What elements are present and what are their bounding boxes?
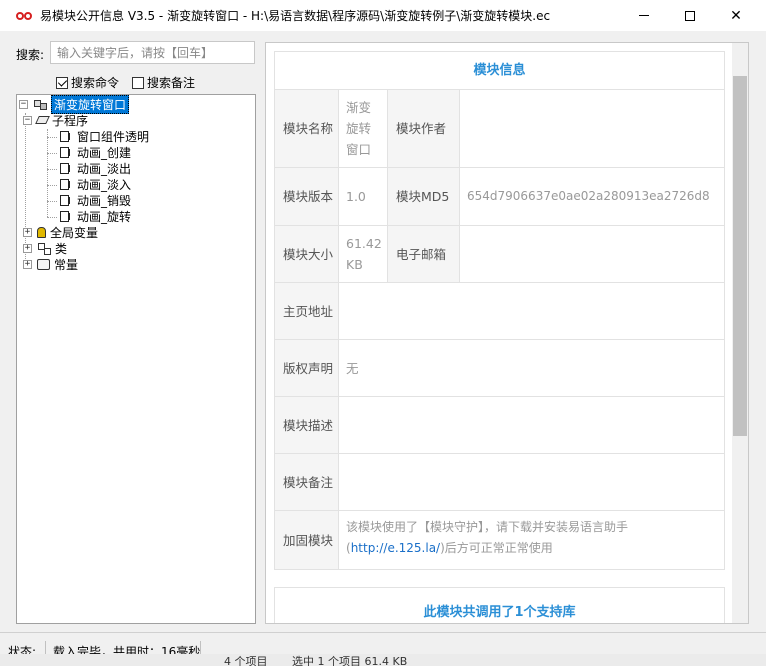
minimize-button[interactable] (621, 0, 667, 31)
tree-item-function[interactable]: 动画_销毁 (59, 192, 131, 208)
minimize-icon (639, 15, 649, 16)
info-label: 模块作者 (388, 90, 460, 167)
tree-item-subprograms[interactable]: − 子程序 (23, 112, 88, 128)
assistant-download-link[interactable]: http://e.125.la/ (351, 541, 440, 555)
tree-item-classes[interactable]: + 类 (23, 240, 67, 256)
tree-item-function[interactable]: 动画_淡出 (59, 160, 131, 176)
search-label: 搜索: (16, 48, 45, 62)
module-info-view[interactable]: 模块信息 模块名称 渐变旋转窗口 模块作者 模块版本 1.0 模块MD5 654… (265, 42, 749, 624)
function-icon (59, 210, 73, 222)
info-label: 模块备注 (275, 454, 339, 510)
module-info-title: 模块信息 (275, 52, 724, 90)
expand-icon[interactable]: + (23, 259, 32, 269)
info-row-version: 模块版本 1.0 模块MD5 654d7906637e0ae02a280913e… (275, 168, 724, 226)
function-icon (59, 194, 73, 206)
module-tree[interactable]: − 渐变旋转窗口 − 子程序 窗口组件透明 动画_创建 动画_淡出 动画_淡入 … (16, 94, 256, 624)
checkbox-unchecked-icon (132, 76, 144, 89)
tree-item-label: 动画_淡入 (77, 177, 132, 192)
tree-item-function[interactable]: 动画_旋转 (59, 208, 131, 224)
info-label: 模块MD5 (388, 168, 460, 225)
info-value (460, 226, 724, 282)
title-bar: 易模块公开信息 V3.5 - 渐变旋转窗口 - H:\易语言数据\程序源码\渐变… (0, 0, 766, 31)
tree-item-label: 类 (55, 241, 68, 256)
selection-text: 选中 1 个项目 61.4 KB (292, 655, 408, 666)
info-label: 版权声明 (275, 340, 339, 396)
function-icon (59, 162, 73, 174)
search-input[interactable] (50, 41, 255, 64)
info-row-protect: 加固模块 该模块使用了【模块守护】，请下载并安装易语言助手(http://e.1… (275, 511, 724, 569)
collapse-icon[interactable]: − (23, 115, 32, 125)
tree-item-function[interactable]: 动画_淡入 (59, 176, 131, 192)
tree-item-label: 窗口组件透明 (77, 129, 150, 144)
function-icon (59, 178, 73, 190)
info-value (460, 90, 724, 167)
info-row-copyright: 版权声明 无 (275, 340, 724, 397)
info-row-note: 模块备注 (275, 454, 724, 511)
search-notes-label: 搜索备注 (147, 76, 196, 90)
module-info-card: 模块信息 模块名称 渐变旋转窗口 模块作者 模块版本 1.0 模块MD5 654… (274, 51, 725, 570)
protect-text-after: )后方可正常正常使用 (440, 541, 553, 555)
vertical-scrollbar[interactable] (732, 43, 748, 623)
search-notes-checkbox[interactable]: 搜索备注 (132, 74, 195, 91)
info-label: 主页地址 (275, 283, 339, 339)
info-value (339, 454, 724, 510)
checkbox-checked-icon (56, 76, 68, 89)
class-icon (37, 242, 51, 255)
expand-icon[interactable]: + (23, 227, 32, 237)
protect-message: 该模块使用了【模块守护】，请下载并安装易语言助手(http://e.125.la… (339, 511, 724, 569)
function-icon (59, 130, 73, 142)
background-explorer-strip: 4 个项目 选中 1 个项目 61.4 KB (0, 654, 766, 666)
expand-icon[interactable]: + (23, 243, 32, 253)
app-logo-icon (16, 10, 34, 22)
tree-root[interactable]: − 渐变旋转窗口 (19, 94, 130, 114)
constant-icon (37, 258, 50, 270)
collapse-icon[interactable]: − (19, 99, 28, 109)
tree-item-function[interactable]: 窗口组件透明 (59, 128, 149, 144)
tree-item-global-vars[interactable]: + 全局变量 (23, 224, 98, 240)
maximize-icon (685, 10, 695, 21)
item-count-text: 4 个项目 (224, 655, 268, 666)
info-label: 模块名称 (275, 90, 339, 167)
info-value (339, 283, 724, 339)
info-label: 电子邮箱 (388, 226, 460, 282)
info-label: 模块版本 (275, 168, 339, 225)
window-title: 易模块公开信息 V3.5 - 渐变旋转窗口 - H:\易语言数据\程序源码\渐变… (40, 9, 551, 23)
tree-item-label: 动画_淡出 (77, 161, 132, 176)
tree-item-constants[interactable]: + 常量 (23, 256, 78, 272)
close-icon: ✕ (730, 7, 742, 24)
tree-item-label: 子程序 (52, 113, 89, 128)
info-row-homepage: 主页地址 (275, 283, 724, 340)
search-commands-checkbox[interactable]: 搜索命令 (56, 74, 119, 91)
search-commands-label: 搜索命令 (71, 76, 120, 90)
info-row-description: 模块描述 (275, 397, 724, 454)
info-value (339, 397, 724, 453)
info-row-name: 模块名称 渐变旋转窗口 模块作者 (275, 90, 724, 168)
tree-item-label: 动画_旋转 (77, 209, 132, 224)
tree-item-label: 动画_创建 (77, 145, 132, 160)
info-label: 模块大小 (275, 226, 339, 282)
tree-item-label: 全局变量 (50, 225, 99, 240)
info-label: 加固模块 (275, 511, 339, 569)
info-value: 654d7906637e0ae02a280913ea2726d8 (467, 189, 710, 203)
tree-item-label: 动画_销毁 (77, 193, 132, 208)
info-label: 模块描述 (275, 397, 339, 453)
info-value: 61.42 KB (339, 226, 388, 282)
info-value: 渐变旋转窗口 (339, 90, 388, 167)
window-module-icon (33, 98, 47, 110)
tree-item-label: 常量 (54, 257, 79, 272)
maximize-button[interactable] (667, 0, 713, 31)
database-icon (37, 226, 46, 238)
function-icon (59, 146, 73, 158)
scrollbar-thumb[interactable] (733, 76, 747, 436)
info-value: 无 (346, 360, 359, 376)
libraries-card-title: 此模块共调用了1个支持库 (274, 587, 725, 623)
close-button[interactable]: ✕ (713, 0, 759, 31)
subprogram-icon (35, 116, 50, 124)
tree-item-function[interactable]: 动画_创建 (59, 144, 131, 160)
info-row-size: 模块大小 61.42 KB 电子邮箱 (275, 226, 724, 283)
info-value: 1.0 (339, 168, 388, 225)
